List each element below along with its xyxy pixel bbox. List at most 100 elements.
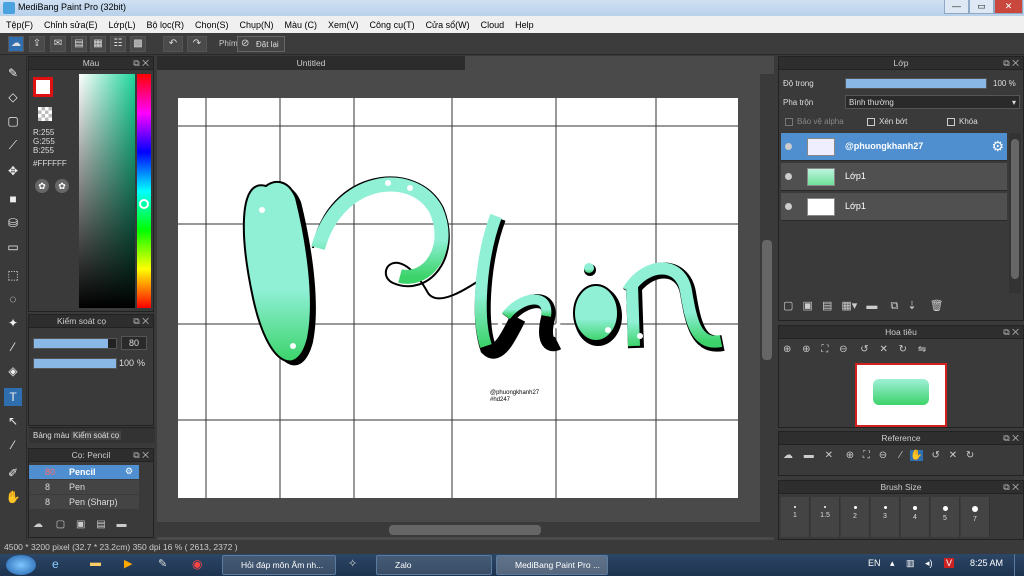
- flip-icon[interactable]: ⇋: [918, 344, 926, 355]
- canvas-vertical-scrollbar[interactable]: [760, 74, 774, 522]
- primary-color-swatch[interactable]: [33, 77, 53, 97]
- volume-icon[interactable]: ◂): [925, 558, 933, 569]
- hand-icon[interactable]: ✋: [910, 450, 923, 461]
- shape-tool-icon[interactable]: ▢: [4, 112, 22, 130]
- chrome-icon[interactable]: ◉: [192, 557, 202, 571]
- new-layer-8bit-icon[interactable]: ▣: [802, 300, 812, 312]
- brush-size-cell[interactable]: 5: [931, 497, 960, 537]
- hue-handle[interactable]: [139, 199, 149, 209]
- open-folder-icon[interactable]: ▬: [804, 450, 814, 461]
- close-button[interactable]: ✕: [994, 0, 1023, 14]
- layer-opacity-slider[interactable]: [845, 78, 987, 89]
- add-brush-icon[interactable]: ▢: [56, 519, 65, 530]
- visibility-icon[interactable]: [785, 173, 792, 180]
- list-icon[interactable]: ☷: [110, 36, 126, 52]
- navigator-preview[interactable]: [855, 363, 947, 427]
- menu-file[interactable]: Tệp(F): [6, 20, 33, 30]
- maximize-button[interactable]: ▭: [969, 0, 994, 14]
- size-value[interactable]: 80: [121, 336, 147, 350]
- minimize-button[interactable]: —: [944, 0, 969, 14]
- menu-snap[interactable]: Chụp(N): [240, 20, 274, 30]
- add-layer-menu-icon[interactable]: ▦▾: [841, 300, 857, 312]
- canvas-paper[interactable]: @phuongkhanh27 #hd247: [178, 98, 738, 498]
- app-tray-icon[interactable]: V: [944, 558, 955, 568]
- ie-icon[interactable]: e: [52, 557, 59, 571]
- network-icon[interactable]: ▥: [906, 558, 915, 569]
- palette-add-icon[interactable]: ✿: [55, 179, 69, 193]
- share-icon[interactable]: ⇪: [29, 36, 45, 52]
- panel-close-icon[interactable]: ⧉ ✕: [1003, 432, 1019, 445]
- merge-layer-icon[interactable]: ⇣: [907, 300, 916, 312]
- eyedropper-icon[interactable]: ⁄: [4, 436, 22, 454]
- magic-wand-icon[interactable]: ✦: [4, 314, 22, 332]
- brush-item-pen[interactable]: 8 Pen: [29, 480, 139, 494]
- media-player-icon[interactable]: ▶: [124, 557, 132, 570]
- reset-view-icon[interactable]: ✕: [879, 344, 887, 355]
- operation-tool-icon[interactable]: ↖: [4, 412, 22, 430]
- brush-size-cell[interactable]: 2: [841, 497, 870, 537]
- bucket-tool-icon[interactable]: ⛁: [4, 214, 22, 232]
- fit-icon[interactable]: ⛶: [821, 344, 828, 355]
- eyedropper-icon[interactable]: ⁄: [900, 450, 902, 461]
- cloud-icon[interactable]: ☁: [8, 36, 24, 52]
- close-icon[interactable]: ✕: [825, 450, 833, 461]
- page-icon[interactable]: ▤: [71, 36, 87, 52]
- menu-window[interactable]: Cửa sổ(W): [426, 20, 470, 30]
- lock-checkbox[interactable]: [947, 118, 955, 126]
- brush-size-cell[interactable]: 1: [781, 497, 810, 537]
- select-pen-icon[interactable]: ⁄: [4, 338, 22, 356]
- eraser-tool-icon[interactable]: ◇: [4, 88, 22, 106]
- panel-close-icon[interactable]: ⧉ ✕: [1003, 57, 1019, 70]
- zoom-in-icon[interactable]: ⊕: [783, 344, 791, 355]
- reset-button[interactable]: ⊘ Đặt lại: [237, 36, 285, 52]
- hscroll-thumb[interactable]: [389, 525, 541, 535]
- new-layer-1bit-icon[interactable]: ▤: [822, 300, 832, 312]
- blend-mode-select[interactable]: Bình thường ▾: [845, 95, 1020, 109]
- delete-layer-icon[interactable]: 🗑: [930, 300, 944, 312]
- folder-icon[interactable]: ▬: [116, 519, 126, 530]
- zoom-out-icon[interactable]: ⊖: [879, 450, 887, 461]
- cloud-icon[interactable]: ☁: [783, 450, 793, 461]
- select-rect-icon[interactable]: ⬚: [4, 266, 22, 284]
- task-browser[interactable]: Hỏi đáp môn Âm nh...: [222, 555, 336, 575]
- clip-checkbox[interactable]: [867, 118, 875, 126]
- document-icon[interactable]: ▦: [90, 36, 106, 52]
- menu-color[interactable]: Màu (C): [285, 20, 318, 30]
- new-layer-icon[interactable]: ▢: [783, 300, 793, 312]
- menu-filter[interactable]: Bộ lọc(R): [146, 20, 184, 30]
- menu-cloud[interactable]: Cloud: [481, 20, 505, 30]
- brush-size-cell[interactable]: 7: [961, 497, 990, 537]
- panel-close-icon[interactable]: ⧉ ✕: [133, 315, 149, 328]
- layers-scroll-thumb[interactable]: [1011, 139, 1019, 279]
- paint-icon[interactable]: ✎: [158, 557, 167, 570]
- text-tool-icon[interactable]: T: [4, 388, 22, 406]
- zoom-out-icon[interactable]: ⊖: [839, 344, 847, 355]
- brush-size-cell[interactable]: 4: [901, 497, 930, 537]
- grid-icon[interactable]: ▩: [130, 36, 146, 52]
- lasso-icon[interactable]: ◌: [4, 290, 22, 308]
- visibility-icon[interactable]: [785, 203, 792, 210]
- gear-icon[interactable]: ⚙: [125, 466, 133, 477]
- visibility-icon[interactable]: [785, 143, 792, 150]
- folder-icon[interactable]: ▬: [90, 557, 101, 569]
- reset-icon[interactable]: ✕: [949, 450, 957, 461]
- show-desktop-button[interactable]: [1014, 554, 1024, 576]
- saturation-value-picker[interactable]: [79, 74, 135, 308]
- language-indicator[interactable]: EN: [868, 558, 881, 568]
- rotate-left-icon[interactable]: ↺: [860, 344, 868, 355]
- tray-expand-icon[interactable]: ▴: [890, 558, 895, 569]
- gear-icon[interactable]: ⚙: [991, 138, 1004, 155]
- panel-close-icon[interactable]: ⧉ ✕: [133, 57, 149, 70]
- panel-close-icon[interactable]: ⧉ ✕: [133, 449, 149, 462]
- zoom-in-icon[interactable]: ⊕: [802, 344, 810, 355]
- brush-menu-icon[interactable]: ▣: [76, 519, 85, 530]
- duplicate-layer-icon[interactable]: ⧉: [890, 300, 898, 312]
- size-slider[interactable]: [33, 338, 117, 349]
- layers-scrollbar[interactable]: [1009, 133, 1021, 293]
- menu-select[interactable]: Chọn(S): [195, 20, 229, 30]
- document-tab[interactable]: Untitled: [157, 56, 465, 70]
- canvas-horizontal-scrollbar[interactable]: [157, 522, 774, 537]
- chat-icon[interactable]: ✉: [50, 36, 66, 52]
- app-icon[interactable]: ✧: [348, 557, 357, 570]
- transparent-swatch[interactable]: [38, 107, 52, 121]
